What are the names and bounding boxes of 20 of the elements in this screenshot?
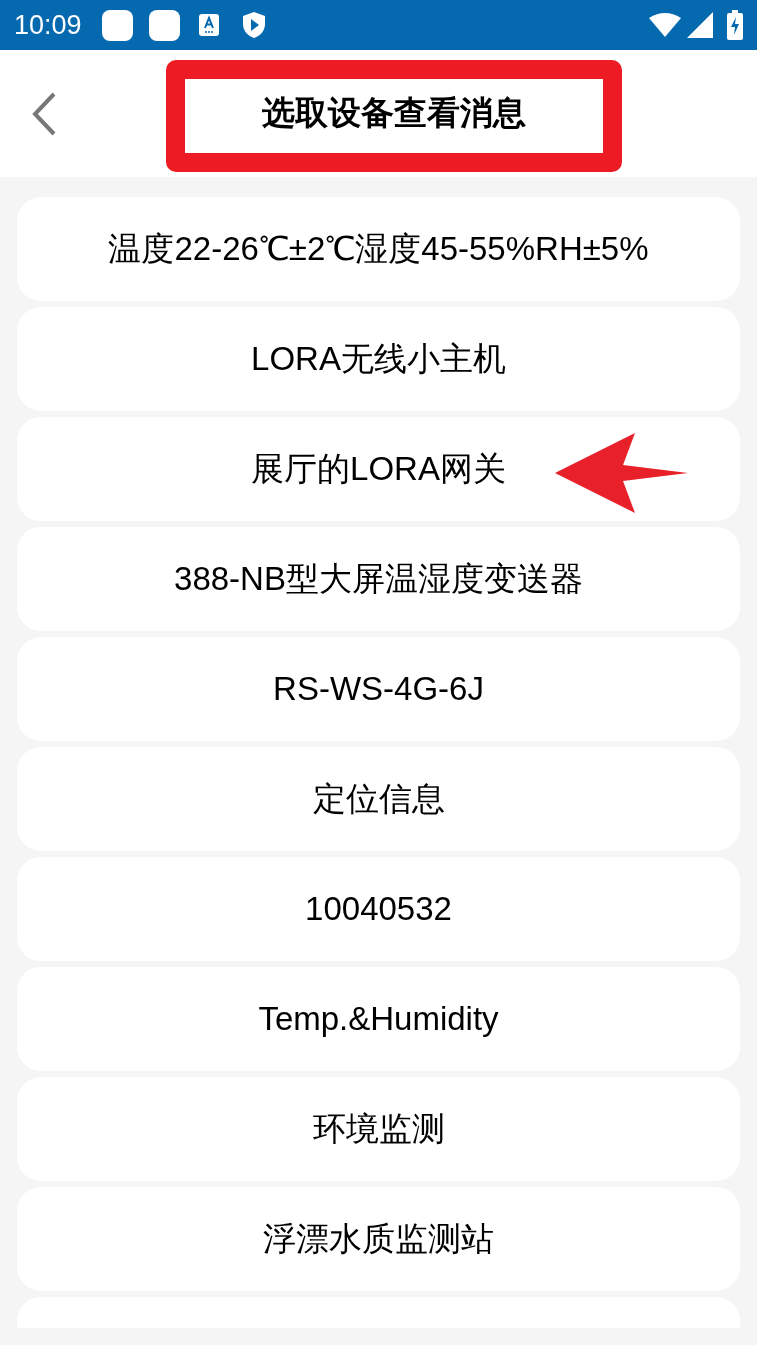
wifi-icon [649, 13, 681, 37]
device-item[interactable]: 展厅的LORA网关 [17, 417, 740, 521]
app-icon [197, 13, 220, 37]
status-time: 10:09 [14, 8, 82, 42]
signal-icon [687, 12, 713, 38]
back-icon [31, 91, 57, 136]
battery-icon [727, 10, 743, 40]
device-item[interactable]: LORA无线小主机 [17, 307, 740, 411]
notification-icon [148, 9, 180, 41]
device-item[interactable]: Temp.&Humidity [17, 967, 740, 1071]
device-item[interactable]: 388-NB型大屏温湿度变送器 [17, 527, 740, 631]
device-item[interactable]: 温度22-26℃±2℃湿度45-55%RH±5% [17, 197, 740, 301]
page-title: 选取设备查看消息 [261, 92, 527, 134]
device-item[interactable]: 环境监测 [17, 1077, 740, 1181]
device-item[interactable]: RS-WS-4G-6J [17, 637, 740, 741]
device-item[interactable]: 浮漂水质监测站 [17, 1187, 740, 1291]
device-item[interactable]: 10040532 [17, 857, 740, 961]
shield-icon [241, 11, 266, 39]
device-item[interactable]: 定位信息 [17, 747, 740, 851]
notification-icon [101, 9, 133, 41]
